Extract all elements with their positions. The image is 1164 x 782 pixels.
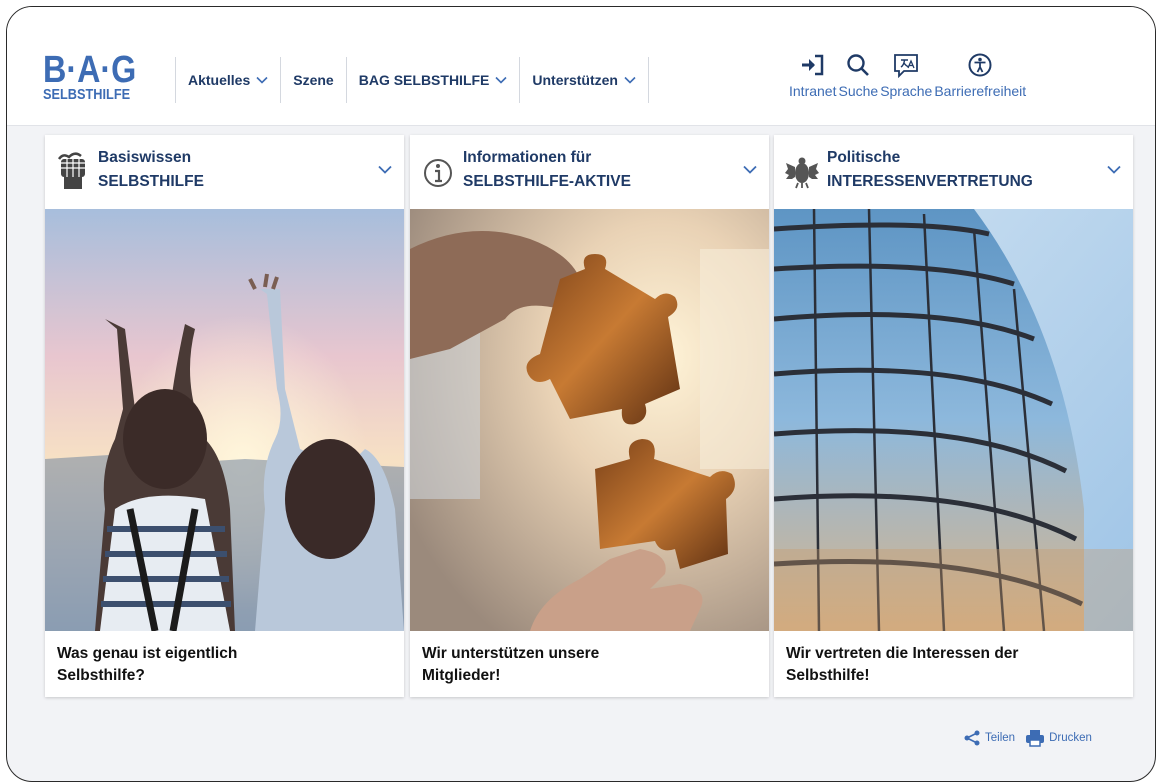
nav-item-unterstuetzen[interactable]: Unterstützen (519, 57, 649, 103)
accessibility-button[interactable]: Barrierefreiheit (934, 51, 1026, 99)
logo-wordmark: B·A·G (43, 49, 137, 91)
card-basiswissen[interactable]: Basiswissen SELBSTHILFE Was genau ist ei… (45, 135, 404, 697)
browser-frame: B·A·G SELBSTHILFE Aktuelles Szene BAG SE… (6, 6, 1156, 782)
card-title-line1: Basiswissen (98, 149, 192, 166)
card-caption-line2: Selbsthilfe? (57, 667, 145, 684)
site-header: B·A·G SELBSTHILFE Aktuelles Szene BAG SE… (7, 7, 1155, 126)
intranet-button[interactable]: Intranet (789, 51, 836, 99)
chevron-down-icon (743, 165, 757, 174)
card-caption: Wir vertreten die Interessen der Selbsth… (786, 643, 1018, 687)
card-caption-line1: Wir vertreten die Interessen der (786, 645, 1019, 662)
tool-label: Sprache (880, 83, 933, 99)
card-caption-line2: Mitglieder! (422, 667, 501, 684)
main-navigation: Aktuelles Szene BAG SELBSTHILFE Unterstü… (175, 57, 649, 103)
card-title-line1: Informationen für (463, 149, 592, 166)
tool-label: Intranet (789, 83, 837, 99)
card-image-people-sunset (45, 209, 404, 631)
card-header[interactable]: Informationen für SELBSTHILFE-AKTIVE (410, 135, 769, 207)
search-icon (847, 54, 870, 76)
translate-icon (894, 54, 919, 78)
card-politische[interactable]: Politische INTERESSENVERTRETUNG Wir vert… (774, 135, 1133, 697)
chevron-down-icon (624, 76, 636, 84)
card-header[interactable]: Politische INTERESSENVERTRETUNG (774, 135, 1133, 207)
card-caption: Wir unterstützen unsere Mitglieder! (422, 643, 599, 687)
chevron-down-icon (1107, 165, 1121, 174)
accessibility-icon (968, 53, 992, 77)
print-icon[interactable] (1025, 729, 1045, 747)
tool-label: Suche (838, 83, 879, 99)
site-logo[interactable]: B·A·G SELBSTHILFE (43, 51, 153, 117)
card-title-line2: SELBSTHILFE (98, 173, 204, 190)
nav-item-label: Aktuelles (188, 72, 251, 88)
reichstag-dome-image (774, 209, 1133, 631)
share-link[interactable]: Teilen (985, 732, 1015, 744)
nav-item-label: Unterstützen (532, 72, 618, 88)
chevron-down-icon (495, 76, 507, 84)
puzzle-hands-image (410, 209, 769, 631)
chevron-down-icon (256, 76, 268, 84)
card-image-puzzle-hands (410, 209, 769, 631)
print-link[interactable]: Drucken (1049, 732, 1092, 744)
nav-item-label: BAG SELBSTHILFE (358, 72, 490, 88)
card-title-line2: SELBSTHILFE-AKTIVE (463, 173, 631, 190)
card-title-line2: INTERESSENVERTRETUNG (827, 173, 1033, 190)
card-informationen[interactable]: Informationen für SELBSTHILFE-AKTIVE Wir… (410, 135, 769, 697)
card-title-line1: Politische (827, 149, 901, 166)
nav-item-aktuelles[interactable]: Aktuelles (175, 57, 280, 103)
nav-item-bag-selbsthilfe[interactable]: BAG SELBSTHILFE (345, 57, 520, 103)
logo-subtitle: SELBSTHILFE (43, 86, 131, 103)
chevron-down-icon (378, 165, 392, 174)
nav-item-szene[interactable]: Szene (280, 57, 345, 103)
card-caption: Was genau ist eigentlich Selbsthilfe? (57, 643, 237, 687)
search-button[interactable]: Suche (838, 51, 878, 99)
nav-item-label: Szene (293, 72, 334, 88)
share-icon[interactable] (963, 730, 981, 746)
utility-toolbar: Intranet Suche Sprache Barrierefreiheit (789, 51, 1028, 99)
people-sunset-image (45, 209, 404, 631)
card-caption-line1: Was genau ist eigentlich (57, 645, 238, 662)
card-caption-line2: Selbsthilfe! (786, 667, 870, 684)
card-image-reichstag-dome (774, 209, 1133, 631)
card-header[interactable]: Basiswissen SELBSTHILFE (45, 135, 404, 207)
fist-icon (57, 152, 85, 189)
card-caption-line1: Wir unterstützen unsere (422, 645, 600, 662)
share-print-bar: Teilen Drucken (963, 729, 1102, 747)
info-icon (424, 159, 452, 187)
tool-label: Barrierefreiheit (934, 83, 1027, 99)
federal-eagle-icon (785, 157, 819, 189)
login-icon (801, 54, 823, 76)
language-button[interactable]: Sprache (880, 51, 932, 99)
